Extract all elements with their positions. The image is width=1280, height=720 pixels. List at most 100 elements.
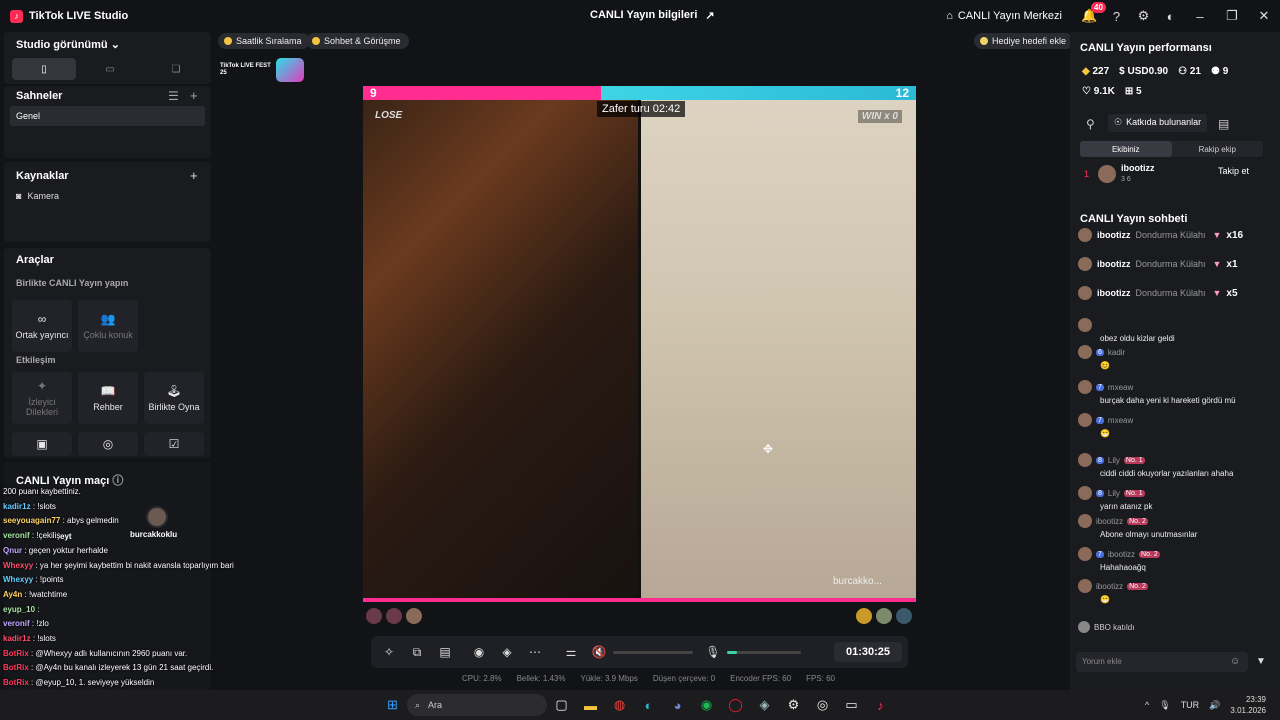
- multi-guest-label: Çoklu konuk: [83, 330, 133, 340]
- avatar: [1078, 257, 1092, 271]
- info-icon[interactable]: ⓘ: [112, 475, 123, 487]
- avatar[interactable]: [406, 608, 422, 624]
- terminal-icon[interactable]: ▭: [837, 697, 866, 713]
- avatar[interactable]: [1098, 165, 1116, 183]
- speaker-volume-slider[interactable]: [613, 650, 693, 654]
- guide-button[interactable]: 📖 Rehber: [78, 372, 138, 424]
- live-center-button[interactable]: ⌂ CANLI Yayın Merkezi: [946, 10, 1062, 22]
- follow-button[interactable]: Takip et: [1218, 166, 1249, 176]
- users-icon: 👥: [100, 312, 116, 326]
- microphone-icon[interactable]: 🎙: [699, 645, 727, 659]
- layout-icon[interactable]: ▤: [431, 645, 459, 659]
- tool-button-more-3[interactable]: ☑: [144, 432, 204, 456]
- tool-button-more-1[interactable]: ▣: [12, 432, 72, 456]
- spotify-icon[interactable]: ◉: [692, 697, 721, 713]
- level-badge: 6: [1096, 348, 1104, 356]
- avatar[interactable]: [896, 608, 912, 624]
- settings-icon[interactable]: ⚙: [779, 697, 808, 713]
- sliders-icon[interactable]: ⚌: [557, 645, 585, 659]
- overlay-chat-text: : @Whexyy adlı kullanıcının 2960 puanı v…: [31, 648, 188, 658]
- document-icon[interactable]: ▤: [1218, 117, 1229, 131]
- tool-button-more-2[interactable]: ◎: [78, 432, 138, 456]
- magic-wand-icon[interactable]: ✧: [375, 645, 403, 659]
- filter-icon[interactable]: ▼: [1256, 656, 1266, 667]
- chrome-icon[interactable]: ◍: [605, 697, 634, 713]
- effects-icon[interactable]: ⧉: [403, 645, 431, 660]
- snapshot-icon[interactable]: ◈: [493, 645, 521, 659]
- clock[interactable]: 23:39 3.01.2026: [1230, 694, 1266, 716]
- overlay-chat-user: eyup_10: [3, 604, 36, 614]
- task-view-icon[interactable]: ▢: [547, 697, 576, 713]
- gift-goal-chip[interactable]: Hediye hedefi ekle: [974, 33, 1075, 49]
- add-scene-icon[interactable]: +: [190, 88, 198, 103]
- game-icon[interactable]: ◎: [808, 697, 837, 713]
- chat-user: ibootizz: [1096, 516, 1124, 526]
- share-icon: ↗: [705, 10, 715, 22]
- camera-icon: ◙: [16, 191, 22, 201]
- microphone-icon[interactable]: 🎙: [1159, 700, 1170, 711]
- more-icon[interactable]: ⋯: [521, 645, 549, 659]
- avatar[interactable]: [146, 506, 168, 528]
- speaker-muted-icon[interactable]: 🔇: [585, 645, 613, 659]
- gear-icon[interactable]: ⚙: [1130, 8, 1157, 24]
- chat-icon: [312, 37, 320, 45]
- help-icon[interactable]: ?: [1103, 9, 1130, 24]
- studio-view-dropdown[interactable]: Studio görünümü ⌄: [16, 38, 120, 51]
- contributors-button[interactable]: ☉ Katkıda bulunanlar: [1108, 114, 1208, 132]
- gift-row: ibootizz Dondurma Külahı gö ▼ x16: [1078, 228, 1243, 242]
- tab-your-team[interactable]: Ekibiniz: [1080, 141, 1172, 157]
- windows-start-icon[interactable]: ⊞: [378, 697, 407, 713]
- gift-text: Dondurma Külahı gön: [1135, 259, 1208, 269]
- avatar[interactable]: [366, 608, 382, 624]
- followers-value: 9: [1222, 66, 1229, 77]
- multi-guest-button[interactable]: 👥 Çoklu konuk: [78, 300, 138, 352]
- list-icon[interactable]: ☰: [168, 89, 179, 103]
- play-together-button[interactable]: 🕹 Birlikte Oyna: [144, 372, 204, 424]
- comment-input[interactable]: Yorum ekle: [1076, 652, 1248, 672]
- co-host-button[interactable]: ∞ Ortak yayıncı: [12, 300, 72, 352]
- chat-meeting-chip[interactable]: Sohbet & Görüşme: [306, 33, 409, 49]
- avatar[interactable]: ◐: [1157, 9, 1184, 24]
- landscape-view-icon[interactable]: ▭: [78, 58, 142, 80]
- volume-icon[interactable]: 🔊: [1209, 700, 1220, 711]
- avatar[interactable]: [386, 608, 402, 624]
- avatar[interactable]: [876, 608, 892, 624]
- book-icon: 📖: [100, 384, 116, 398]
- taskbar-search[interactable]: ⌕ Ara: [407, 694, 547, 716]
- scene-item-genel[interactable]: Genel: [10, 106, 205, 126]
- discord-icon[interactable]: ◕: [663, 698, 692, 713]
- hourly-ranking-chip[interactable]: Saatlik Sıralama: [218, 33, 310, 49]
- tab-rival-team[interactable]: Rakip ekip: [1172, 141, 1264, 157]
- record-icon[interactable]: ◉: [465, 645, 493, 659]
- overlay-chat-user: veronif: [3, 531, 30, 541]
- tiktok-studio-icon[interactable]: ♪: [866, 698, 895, 713]
- chat-text: 😊: [1100, 361, 1110, 370]
- opera-icon[interactable]: ◯: [721, 697, 750, 713]
- fan-badge: No. 1: [1123, 489, 1145, 497]
- left-supporters: [366, 608, 422, 624]
- language-indicator[interactable]: TUR: [1181, 700, 1200, 710]
- live-fest-badge[interactable]: TikTok LIVE FEST 25: [220, 58, 310, 82]
- close-button[interactable]: ✕: [1248, 8, 1280, 24]
- minimize-button[interactable]: –: [1184, 9, 1216, 24]
- mic-volume-slider[interactable]: [727, 650, 801, 654]
- add-source-icon[interactable]: +: [190, 168, 198, 183]
- avatar[interactable]: [856, 608, 872, 624]
- portrait-view-icon[interactable]: ▯: [12, 58, 76, 80]
- overlay-chat-user: Ay4n: [3, 589, 23, 599]
- chevron-up-icon[interactable]: ^: [1145, 700, 1149, 710]
- user-settings-icon[interactable]: ⚲: [1086, 117, 1095, 131]
- steam-icon[interactable]: ◈: [750, 697, 779, 713]
- emoji-icon[interactable]: ☺: [1230, 656, 1240, 667]
- multi-view-icon[interactable]: ❏: [144, 58, 208, 80]
- viewer-wishes-button[interactable]: ✦ İzleyici Dilekleri: [12, 372, 72, 424]
- folder-icon[interactable]: ▬: [576, 698, 605, 713]
- maximize-button[interactable]: ❐: [1216, 8, 1248, 24]
- live-info-button[interactable]: CANLI Yayın bilgileri ↗: [590, 9, 715, 22]
- overlay-chat-user: kadir1z: [3, 501, 31, 511]
- player-right-name: burcakkoklu: [130, 530, 178, 539]
- edge-icon[interactable]: ◐: [634, 698, 663, 713]
- bell-icon[interactable]: 🔔 40: [1076, 2, 1106, 24]
- source-item-camera[interactable]: ◙ Kamera: [16, 191, 59, 201]
- fan-badge: No. 2: [1127, 582, 1148, 590]
